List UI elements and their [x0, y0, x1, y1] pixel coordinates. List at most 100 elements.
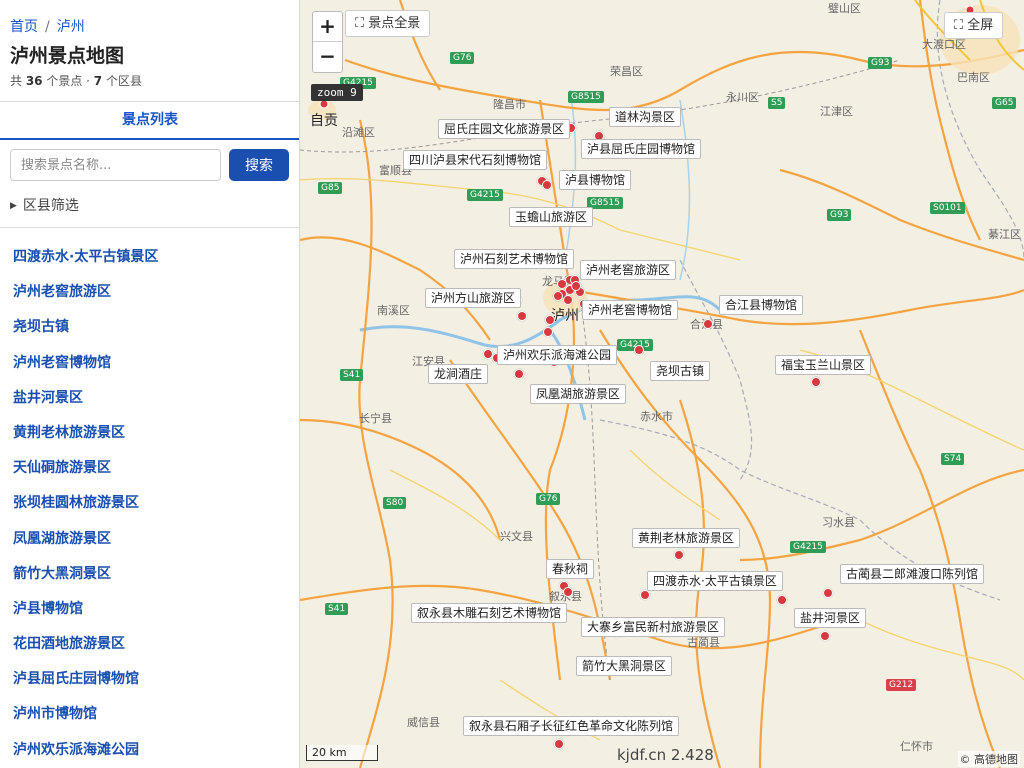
- spot-list-item[interactable]: 泸县博物馆: [13, 592, 158, 627]
- spot-map-label[interactable]: 盐井河景区: [794, 608, 867, 628]
- road-shield: G8515: [568, 91, 604, 103]
- spot-map-label[interactable]: 福宝玉兰山景区: [775, 355, 872, 375]
- map-marker-icon[interactable]: [514, 369, 524, 379]
- spot-list-item[interactable]: 天仙硐旅游景区: [13, 451, 158, 486]
- spot-map-label[interactable]: 泸州欢乐派海滩公园: [497, 345, 618, 365]
- summary-suffix: 个区县: [102, 74, 142, 88]
- overview-button[interactable]: ⛶ 景点全景: [345, 10, 431, 37]
- road-shield: G4215: [467, 189, 503, 201]
- page-title: 泸州景点地图: [10, 45, 125, 67]
- spot-map-label[interactable]: 古蔺县二郎滩渡口陈列馆: [840, 564, 985, 584]
- map-marker-icon[interactable]: [542, 180, 552, 190]
- divider: [0, 227, 299, 228]
- place-name: 泸州: [551, 308, 579, 324]
- place-name: 江津区: [820, 105, 853, 118]
- road-shield: G93: [868, 57, 893, 69]
- spot-map-label[interactable]: 泸州老窖旅游区: [580, 260, 677, 280]
- road-shield: S5: [768, 97, 786, 109]
- spot-list-item[interactable]: 泸州市博物馆: [13, 697, 158, 732]
- map-view[interactable]: 自贡沿滩区隆昌市荣昌区永川区江津区巴南区大渡口区富顺县南溪区江安县长宁县泸州合江…: [300, 0, 1024, 768]
- spot-list-item[interactable]: 尧坝古镇: [13, 310, 158, 345]
- place-name: 赤水市: [640, 410, 673, 423]
- spot-list-item[interactable]: 盐井河景区: [13, 381, 158, 416]
- breadcrumb: 首页 / 泸州: [10, 16, 85, 36]
- map-marker-icon[interactable]: [811, 377, 821, 387]
- spot-map-label[interactable]: 四川泸县宋代石刻博物馆: [403, 150, 548, 170]
- road-shield: S0101: [930, 202, 965, 214]
- map-marker-icon[interactable]: [545, 315, 555, 325]
- spot-map-label[interactable]: 道林沟景区: [609, 107, 682, 127]
- spot-list-item[interactable]: 花田酒地旅游景区: [13, 627, 158, 662]
- road-shield: S74: [941, 453, 965, 465]
- spot-map-label[interactable]: 箭竹大黑洞景区: [576, 656, 673, 676]
- search-input[interactable]: [10, 149, 221, 181]
- map-marker-icon[interactable]: [563, 295, 573, 305]
- spot-map-label[interactable]: 叙永县石厢子长征红色革命文化陈列馆: [463, 716, 680, 736]
- spot-map-label[interactable]: 尧坝古镇: [650, 361, 711, 381]
- map-marker-icon[interactable]: [823, 588, 833, 598]
- map-marker-icon[interactable]: [543, 327, 553, 337]
- spot-map-label[interactable]: 龙涧酒庄: [428, 364, 489, 384]
- spot-list-item[interactable]: 泸州老窖博物馆: [13, 346, 158, 381]
- map-marker-icon[interactable]: [777, 595, 787, 605]
- zoom-in-button[interactable]: +: [313, 12, 342, 42]
- spot-list-item[interactable]: 泸州欢乐派海滩公园: [13, 733, 158, 768]
- summary-prefix: 共: [10, 74, 26, 88]
- place-name: 隆昌市: [493, 98, 526, 111]
- spot-map-label[interactable]: 大寨乡富民新村旅游景区: [581, 617, 726, 637]
- place-name: 仁怀市: [900, 740, 933, 753]
- road-shield: G85: [318, 182, 343, 194]
- map-marker-icon[interactable]: [563, 587, 573, 597]
- map-marker-icon[interactable]: [553, 291, 563, 301]
- map-marker-icon[interactable]: [703, 319, 713, 329]
- spot-count: 36: [25, 74, 43, 88]
- road-shield: S80: [383, 497, 407, 509]
- map-marker-icon[interactable]: [554, 739, 564, 749]
- map-marker-icon[interactable]: [634, 345, 644, 355]
- road-shield: G76: [450, 52, 475, 64]
- watermark: kjdf.cn 2.428: [617, 746, 714, 764]
- zoom-out-button[interactable]: −: [313, 42, 342, 72]
- spot-map-label[interactable]: 泸县博物馆: [559, 170, 632, 190]
- spot-map-label[interactable]: 四渡赤水·太平古镇景区: [647, 571, 783, 591]
- spot-list-item[interactable]: 张坝桂圆林旅游景区: [13, 486, 158, 521]
- spot-map-label[interactable]: 泸州方山旅游区: [425, 288, 522, 308]
- road-shield: G76: [536, 493, 561, 505]
- spot-list-item[interactable]: 泸州老窖旅游区: [13, 275, 158, 310]
- place-name: 长宁县: [359, 412, 392, 425]
- breadcrumb-current-link[interactable]: 泸州: [57, 19, 85, 35]
- breadcrumb-home-link[interactable]: 首页: [10, 19, 38, 35]
- tab-spot-list[interactable]: 景点列表: [0, 102, 299, 140]
- spot-map-label[interactable]: 屈氏庄园文化旅游景区: [438, 119, 571, 139]
- map-marker-icon[interactable]: [571, 281, 581, 291]
- map-marker-icon[interactable]: [640, 590, 650, 600]
- spot-map-label[interactable]: 春秋祠: [546, 559, 595, 579]
- spot-list-item[interactable]: 泸县屈氏庄园博物馆: [13, 662, 158, 697]
- spot-map-label[interactable]: 泸州石刻艺术博物馆: [454, 249, 575, 269]
- district-filter-toggle[interactable]: ▶ 区县筛选: [10, 195, 79, 215]
- spot-list-item[interactable]: 凤凰湖旅游景区: [13, 522, 158, 557]
- place-name: 永川区: [726, 91, 759, 104]
- spot-map-label[interactable]: 合江县博物馆: [719, 295, 804, 315]
- district-filter-label: 区县筛选: [22, 198, 79, 214]
- spot-map-label[interactable]: 叙永县木雕石刻艺术博物馆: [411, 603, 568, 623]
- spot-map-label[interactable]: 泸县屈氏庄园博物馆: [581, 139, 702, 159]
- search-button[interactable]: 搜索: [229, 149, 289, 181]
- spot-map-label[interactable]: 泸州老窖博物馆: [582, 300, 679, 320]
- spot-map-label[interactable]: 玉蟾山旅游区: [509, 207, 594, 227]
- spot-map-label[interactable]: 凤凰湖旅游景区: [530, 384, 627, 404]
- road-shield: G93: [827, 209, 852, 221]
- map-marker-icon[interactable]: [820, 631, 830, 641]
- spot-map-label[interactable]: 黄荆老林旅游景区: [632, 528, 741, 548]
- spot-list-item[interactable]: 箭竹大黑洞景区: [13, 557, 158, 592]
- fullscreen-button[interactable]: ⛶ 全屏: [944, 12, 1004, 39]
- place-name: 自贡: [310, 113, 338, 129]
- district-count: 7: [93, 74, 103, 88]
- spot-list-item[interactable]: 四渡赤水·太平古镇景区: [13, 240, 158, 275]
- map-marker-icon[interactable]: [674, 550, 684, 560]
- spot-list-item[interactable]: 黄荆老林旅游景区: [13, 416, 158, 451]
- place-name: 巴南区: [957, 71, 990, 84]
- place-name: 荣昌区: [610, 65, 643, 78]
- map-marker-icon[interactable]: [517, 311, 527, 321]
- place-name: 沿滩区: [342, 126, 375, 139]
